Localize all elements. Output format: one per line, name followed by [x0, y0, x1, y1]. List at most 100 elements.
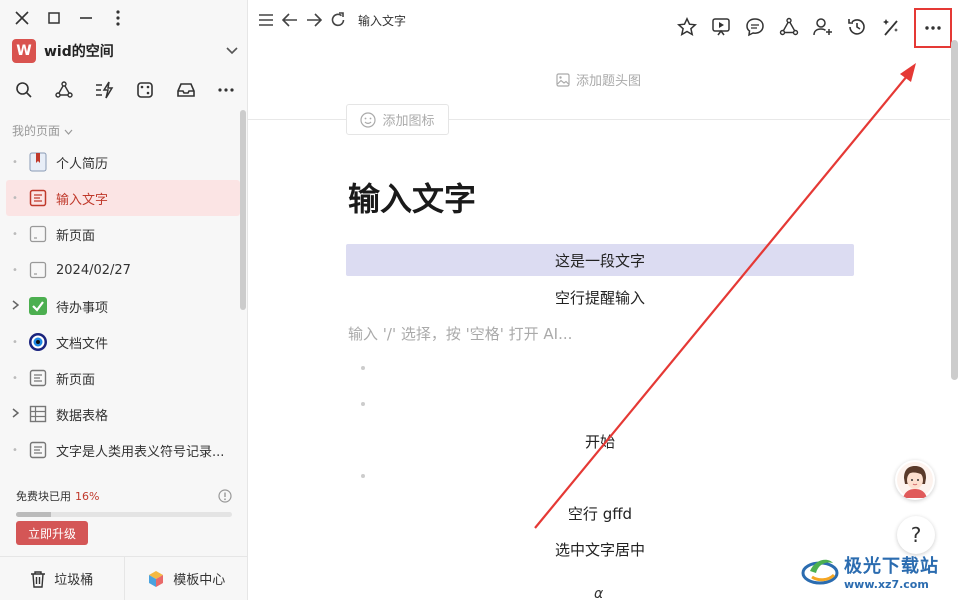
chevron-right-icon[interactable]: [10, 407, 20, 421]
usage-text: 免费块已用 16%: [16, 488, 232, 504]
graph-icon[interactable]: [778, 15, 800, 39]
sidebar-item-input-text[interactable]: • 输入文字: [6, 180, 240, 216]
dice-icon[interactable]: [133, 78, 157, 102]
inbox-icon[interactable]: [174, 78, 198, 102]
trash-icon: [31, 570, 46, 588]
sidebar-item-label: 新页面: [56, 228, 96, 244]
star-icon[interactable]: [676, 15, 698, 39]
watermark-brand: 极光下载站: [844, 555, 939, 577]
window-controls: [12, 8, 128, 28]
doc-icon: [28, 188, 48, 208]
main-scrollbar[interactable]: [951, 40, 958, 380]
checkbox-checked-icon: [28, 296, 48, 316]
sidebar-item-new-page[interactable]: • 新页面: [0, 216, 240, 252]
sidebar-item-todo[interactable]: 待办事项: [0, 288, 240, 324]
add-icon-button[interactable]: 添加图标: [346, 104, 449, 135]
sidebar-item-data-table[interactable]: 数据表格: [0, 396, 240, 432]
doc-icon: [28, 368, 48, 388]
add-icon-label: 添加图标: [382, 114, 435, 129]
sidebar-item-label: 新页面: [56, 372, 96, 388]
maximize-icon[interactable]: [44, 8, 64, 28]
sidebar-item-label: 待办事项: [56, 300, 109, 316]
usage-label-wrap: 免费块已用 16%: [16, 488, 99, 504]
bookmark-page-icon: [28, 152, 48, 172]
avatar-icon: [897, 462, 933, 498]
section-label: 我的页面: [12, 124, 61, 138]
chevron-down-icon: [64, 129, 73, 135]
hamburger-menu-icon[interactable]: [258, 12, 274, 28]
refresh-icon[interactable]: [330, 12, 346, 28]
formula-block[interactable]: α: [594, 586, 603, 600]
sidebar-footer: 垃圾桶 模板中心: [0, 556, 248, 600]
blank-page-icon: [28, 260, 48, 280]
breadcrumb[interactable]: 输入文字: [358, 12, 406, 29]
templates-button[interactable]: 模板中心: [123, 557, 249, 600]
info-icon[interactable]: [218, 489, 232, 503]
usage-percent: 16%: [75, 490, 100, 503]
graph-icon[interactable]: [52, 78, 76, 102]
sidebar-item-label: 输入文字: [56, 192, 109, 208]
history-icon[interactable]: [846, 15, 868, 39]
table-icon: [28, 404, 48, 424]
add-cover-button[interactable]: 添加题头图: [556, 70, 641, 89]
empty-block-dot[interactable]: [361, 474, 365, 478]
sidebar-scrollbar[interactable]: [240, 110, 246, 310]
bullet-icon: •: [12, 444, 18, 456]
text-block[interactable]: 空行提醒输入: [346, 287, 854, 308]
ai-magic-icon[interactable]: [880, 15, 902, 39]
quick-action-icon[interactable]: [93, 78, 117, 102]
eye-icon: [28, 332, 48, 352]
trash-button[interactable]: 垃圾桶: [0, 557, 124, 600]
sidebar-item-label: 文档文件: [56, 336, 109, 352]
add-user-icon[interactable]: [812, 15, 834, 39]
space-name: wid的空间: [44, 44, 114, 60]
upgrade-button[interactable]: 立即升级: [16, 521, 88, 545]
sidebar-item-label: 文字是人类用表义符号记录...: [56, 444, 225, 460]
space-switcher[interactable]: W wid的空间: [12, 38, 238, 64]
minimize-icon[interactable]: [76, 8, 96, 28]
close-icon[interactable]: [12, 8, 32, 28]
sidebar: W wid的空间 我的页面 • 个人简历 • 输入文字 • 新页面 • 2024…: [0, 0, 248, 600]
empty-block-dot[interactable]: [361, 366, 365, 370]
empty-block-dot[interactable]: [361, 402, 365, 406]
usage-label: 免费块已用: [16, 490, 71, 503]
sidebar-item-label: 2024/02/27: [56, 262, 131, 278]
sidebar-item-label: 个人简历: [56, 156, 109, 172]
bullet-icon: •: [12, 192, 18, 204]
kebab-menu-icon[interactable]: [108, 8, 128, 28]
highlighted-text-block[interactable]: 这是一段文字: [346, 244, 854, 276]
text-block[interactable]: 空行 gffd: [346, 503, 854, 524]
usage-bar-fill: [16, 512, 51, 517]
smiley-icon: [360, 111, 377, 128]
chevron-right-icon[interactable]: [10, 299, 20, 313]
forward-arrow-icon[interactable]: [306, 12, 322, 28]
watermark-icon: [801, 559, 839, 585]
back-arrow-icon[interactable]: [282, 12, 298, 28]
watermark-url: www.xz7.com: [844, 577, 929, 591]
sidebar-item-date[interactable]: • 2024/02/27: [0, 252, 240, 288]
sidebar-item-new-page-2[interactable]: • 新页面: [0, 360, 240, 396]
page-title[interactable]: 输入文字: [348, 174, 476, 220]
my-pages-section[interactable]: 我的页面: [12, 122, 73, 139]
presentation-icon[interactable]: [710, 15, 732, 39]
image-icon: [556, 72, 570, 87]
top-bar-right: [676, 6, 952, 48]
sidebar-item-resume[interactable]: • 个人简历: [0, 144, 240, 180]
assistant-avatar[interactable]: [895, 460, 935, 500]
text-block[interactable]: 选中文字居中: [346, 539, 854, 560]
usage-meter: 免费块已用 16%: [16, 488, 232, 517]
more-icon: [925, 26, 941, 30]
space-badge: W: [12, 39, 36, 63]
sidebar-item-text-history[interactable]: • 文字是人类用表义符号记录...: [0, 432, 240, 468]
text-block[interactable]: 开始: [346, 431, 854, 452]
bullet-icon: •: [12, 156, 18, 168]
search-icon[interactable]: [12, 78, 36, 102]
sidebar-item-doc-files[interactable]: • 文档文件: [0, 324, 240, 360]
watermark-logo: 极光下载站 www.xz7.com: [800, 546, 956, 596]
comment-icon[interactable]: [744, 15, 766, 39]
blank-page-icon: [28, 224, 48, 244]
chevron-down-icon: [226, 44, 238, 58]
empty-block-placeholder[interactable]: 输入 '/' 选择，按 '空格' 打开 AI...: [348, 323, 572, 344]
more-icon[interactable]: [214, 78, 238, 102]
more-options-button[interactable]: [914, 8, 952, 48]
